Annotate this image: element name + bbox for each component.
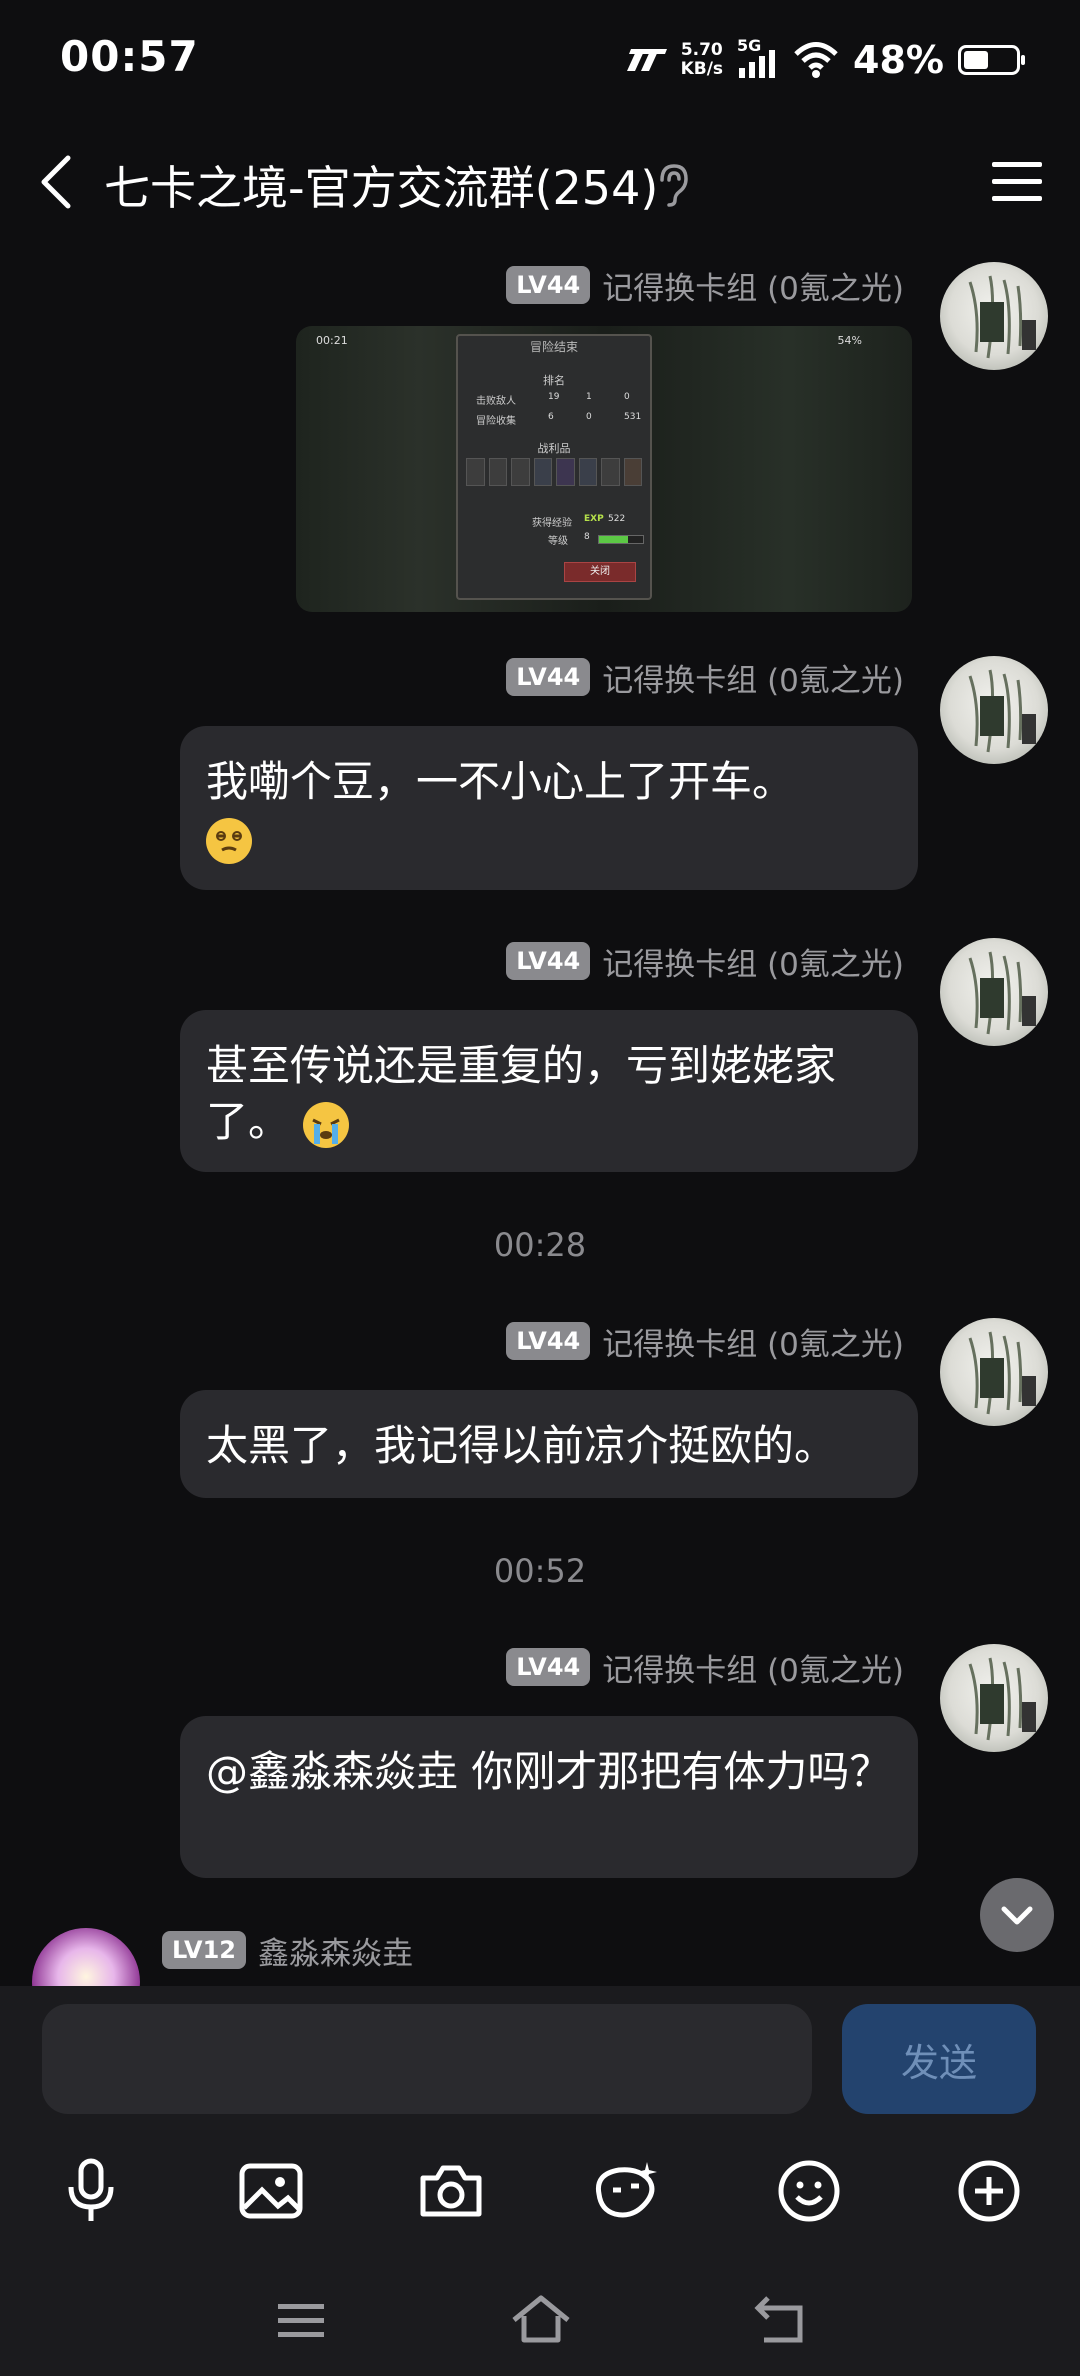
message-text: 太黑了，我记得以前凉介挺欧的。 xyxy=(206,1421,837,1470)
wifi-icon xyxy=(794,42,838,78)
collect-label: 冒险收集 xyxy=(476,416,516,427)
close-game-button: 关闭 xyxy=(564,562,636,582)
message-text: 我嘞个豆，一不小心上了开车。 xyxy=(206,757,795,806)
message-input[interactable] xyxy=(42,2004,812,2114)
collect-value: 531 xyxy=(624,412,642,422)
status-bar: 00:57 5.70 KB/s 5G 48% xyxy=(0,0,1080,118)
defeat-label: 击败敌人 xyxy=(476,396,516,407)
nav-back-icon[interactable] xyxy=(746,2290,816,2350)
loot-items xyxy=(466,458,642,486)
avatar[interactable] xyxy=(940,656,1048,764)
sender-row: LV12 鑫淼森焱垚 xyxy=(162,1928,413,1973)
message-text: @鑫淼森焱垚 你刚才那把有体力吗？ xyxy=(206,1747,892,1796)
sticker-icon xyxy=(595,2162,657,2218)
scroll-to-bottom-button[interactable] xyxy=(980,1878,1054,1952)
level-badge: LV44 xyxy=(506,266,591,304)
rank-label: 排名 xyxy=(543,374,565,387)
screenshot-time: 00:21 xyxy=(316,334,348,347)
exp-tag: EXP xyxy=(584,514,604,524)
status-indicators: 5.70 KB/s 5G 48% xyxy=(623,30,1025,90)
net-speed-value: 5.70 xyxy=(680,40,723,60)
collect-value: 0 xyxy=(586,412,592,422)
sender-name[interactable]: 记得换卡组 (0氪之光) xyxy=(602,1645,904,1690)
send-button[interactable]: 发送 xyxy=(842,2004,1036,2114)
level-badge: LV44 xyxy=(506,658,591,696)
avatar[interactable] xyxy=(940,1318,1048,1426)
sender-name[interactable]: 记得换卡组 (0氪之光) xyxy=(602,939,904,984)
defeat-value: 1 xyxy=(586,392,592,402)
avatar[interactable] xyxy=(940,1644,1048,1752)
sender-row: LV44 记得换卡组 (0氪之光) xyxy=(506,1319,904,1364)
image-button[interactable] xyxy=(226,2146,316,2236)
message-bubble[interactable]: @鑫淼森焱垚 你刚才那把有体力吗？ xyxy=(180,1716,918,1878)
result-title: 冒险结束 xyxy=(529,340,578,354)
hd-icon xyxy=(626,49,667,71)
input-toolbar xyxy=(0,2146,1080,2246)
message-text: 甚至传说还是重复的，亏到姥姥家了。 xyxy=(206,1041,837,1146)
status-time: 00:57 xyxy=(60,32,199,81)
mic-icon xyxy=(68,2158,114,2221)
group-title[interactable]: 七卡之境-官方交流群(254) xyxy=(104,152,658,218)
level-label: 等级 xyxy=(548,536,568,547)
camera-icon xyxy=(420,2165,482,2217)
net-speed: 5.70 KB/s xyxy=(681,41,723,79)
chat-header: 七卡之境-官方交流群(254) xyxy=(0,130,1080,234)
level-badge: LV12 xyxy=(162,1931,246,1969)
level-badge: LV44 xyxy=(506,1322,591,1360)
battery-percent: 48% xyxy=(853,38,944,82)
timestamp: 00:52 xyxy=(493,1552,587,1590)
sender-row: LV44 记得换卡组 (0氪之光) xyxy=(506,263,904,308)
nav-home-icon[interactable] xyxy=(506,2290,576,2350)
crying-emoji-icon xyxy=(303,1101,350,1148)
result-panel: 冒险结束 排名 击败敌人 19 1 0 冒险收集 6 0 531 战利品 获得经… xyxy=(456,334,652,600)
dizzy-emoji-icon xyxy=(206,817,252,864)
image-message[interactable]: 00:21 54% 冒险结束 排名 击败敌人 19 1 0 冒险收集 6 0 5… xyxy=(296,326,912,612)
level-badge: LV44 xyxy=(506,1648,591,1686)
sender-row: LV44 记得换卡组 (0氪之光) xyxy=(506,655,904,700)
image-icon xyxy=(239,2163,303,2219)
mic-button[interactable] xyxy=(46,2146,136,2236)
sticker-button[interactable] xyxy=(582,2146,672,2236)
defeat-value: 19 xyxy=(548,392,560,402)
sender-row: LV44 记得换卡组 (0氪之光) xyxy=(506,939,904,984)
avatar[interactable] xyxy=(940,262,1048,370)
sender-row: LV44 记得换卡组 (0氪之光) xyxy=(506,1645,904,1690)
exp-bar xyxy=(598,535,644,544)
sender-name[interactable]: 记得换卡组 (0氪之光) xyxy=(602,1319,904,1364)
network-type: 5G xyxy=(737,36,762,55)
more-button[interactable] xyxy=(944,2146,1034,2236)
defeat-value: 0 xyxy=(624,392,630,402)
input-area: 发送 xyxy=(0,1986,1080,2376)
level-badge: LV44 xyxy=(506,942,591,980)
screenshot-battery: 54% xyxy=(837,334,862,347)
net-speed-unit: KB/s xyxy=(680,59,724,79)
chevron-down-icon xyxy=(1001,1906,1033,1925)
loot-label: 战利品 xyxy=(537,442,571,455)
emoji-icon xyxy=(778,2160,840,2222)
signal-icon: 5G xyxy=(737,36,779,80)
avatar[interactable] xyxy=(940,938,1048,1046)
message-bubble[interactable]: 我嘞个豆，一不小心上了开车。 xyxy=(180,726,918,890)
camera-button[interactable] xyxy=(406,2146,496,2236)
plus-icon xyxy=(958,2160,1020,2222)
message-bubble[interactable]: 甚至传说还是重复的，亏到姥姥家了。 xyxy=(180,1010,918,1172)
level-value: 8 xyxy=(584,532,590,542)
exp-value: 522 xyxy=(608,514,626,524)
timestamp: 00:28 xyxy=(493,1226,587,1264)
sender-name[interactable]: 鑫淼森焱垚 xyxy=(258,1928,413,1973)
emoji-button[interactable] xyxy=(764,2146,854,2236)
system-nav-bar xyxy=(0,2270,1080,2370)
exp-label: 获得经验 xyxy=(532,518,572,529)
collect-value: 6 xyxy=(548,412,554,422)
ear-icon[interactable] xyxy=(652,162,692,208)
nav-menu-icon[interactable] xyxy=(266,2290,336,2350)
battery-icon xyxy=(958,45,1025,75)
sender-name[interactable]: 记得换卡组 (0氪之光) xyxy=(602,655,904,700)
menu-icon[interactable] xyxy=(988,154,1046,210)
message-bubble[interactable]: 太黑了，我记得以前凉介挺欧的。 xyxy=(180,1390,918,1498)
back-arrow-icon[interactable] xyxy=(30,150,90,214)
sender-name[interactable]: 记得换卡组 (0氪之光) xyxy=(602,263,904,308)
